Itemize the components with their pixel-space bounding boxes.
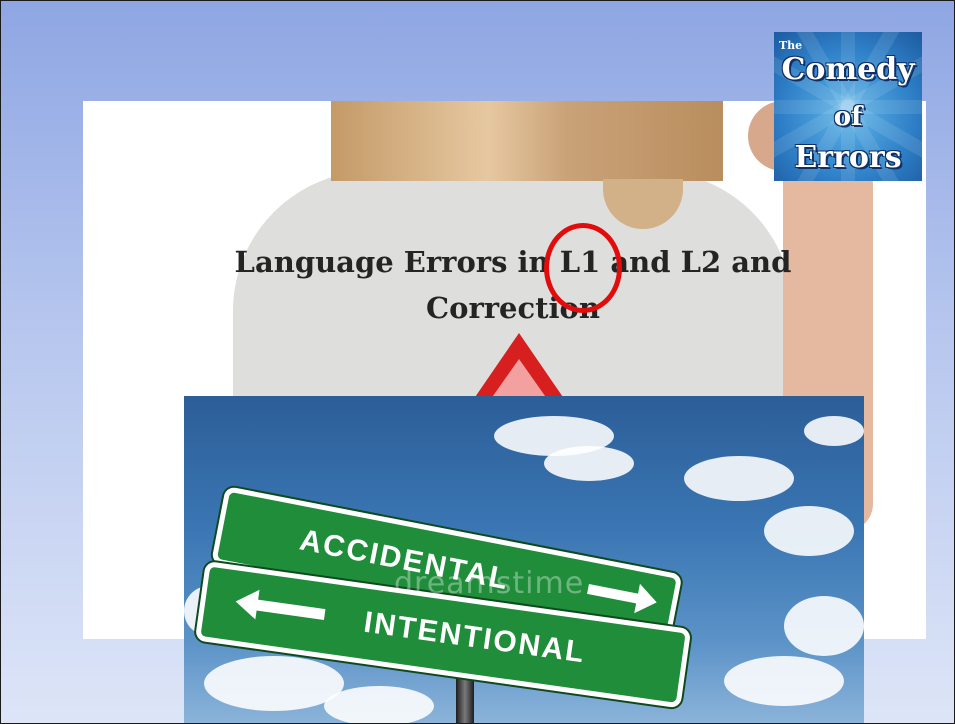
shirt-title-line1: Language Errors in L1 and L2 and xyxy=(234,245,792,279)
slide: Language Errors in L1 and L2 and Correct… xyxy=(0,0,955,724)
shirt-title: Language Errors in L1 and L2 and Correct… xyxy=(223,239,803,331)
cloud xyxy=(764,506,854,556)
cloud xyxy=(724,656,844,706)
red-circle-highlight xyxy=(544,223,622,313)
arrow-left-icon xyxy=(254,599,326,620)
logo-word-of: of xyxy=(833,102,863,132)
logo-word-comedy: Comedy xyxy=(781,52,915,87)
cloud xyxy=(544,446,634,481)
comedy-of-errors-logo: The Comedy of Errors xyxy=(774,32,922,181)
cloud xyxy=(804,416,864,446)
cloud xyxy=(204,656,344,711)
cloud xyxy=(784,596,864,656)
watermark-text: dreamstime xyxy=(394,566,585,601)
road-sign-photo: ACCIDENTAL INTENTIONAL dreamstime xyxy=(184,396,864,723)
arrow-right-icon xyxy=(587,584,641,604)
shirt-title-line2: Correction xyxy=(426,291,600,325)
logo-small-text: The xyxy=(779,39,803,52)
cloud xyxy=(684,456,794,501)
hair xyxy=(331,101,723,181)
logo-word-errors: Errors xyxy=(794,140,902,175)
cloud xyxy=(324,686,434,723)
